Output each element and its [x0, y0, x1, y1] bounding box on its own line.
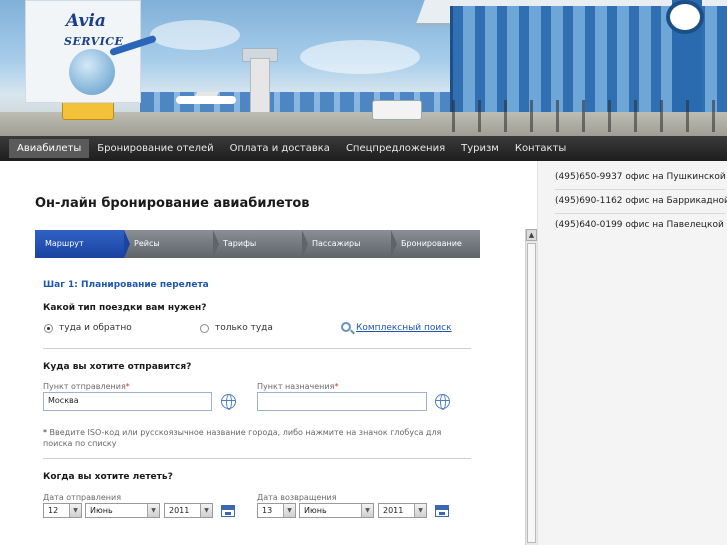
clock-icon — [666, 0, 704, 34]
depart-month-select[interactable]: Июнь ▼ — [85, 503, 160, 518]
crowd — [440, 100, 720, 132]
divider — [43, 458, 471, 459]
complex-search-link[interactable]: Комплексный поиск — [356, 323, 452, 333]
vertical-scrollbar[interactable]: ▲ — [525, 229, 537, 545]
depart-month-value: Июнь — [90, 506, 113, 515]
cloud — [150, 20, 240, 50]
calendar-icon[interactable] — [221, 505, 235, 517]
control-tower — [250, 58, 270, 118]
depart-day-value: 12 — [48, 506, 59, 515]
nav-item-offers[interactable]: Спецпредложения — [338, 139, 453, 158]
cloud — [300, 40, 420, 74]
globe-icon[interactable] — [221, 394, 236, 410]
return-year-select[interactable]: 2011 ▼ — [378, 503, 427, 518]
logo[interactable]: Avia SERVICE — [25, 0, 157, 103]
logo-text-avia: Avia — [66, 11, 106, 31]
return-date-label: Дата возвращения — [257, 493, 337, 502]
office-phone-paveletskaya: (495)640-0199 офис на Павелецкой — [555, 220, 724, 230]
depart-year-select[interactable]: 2011 ▼ — [164, 503, 213, 518]
return-month-select[interactable]: Июнь ▼ — [299, 503, 374, 518]
return-day-select[interactable]: 13 ▼ — [257, 503, 296, 518]
header-banner: Avia SERVICE — [0, 0, 727, 136]
radio-round-trip-label[interactable]: туда и обратно — [59, 323, 132, 333]
dropdown-arrow-icon: ▼ — [69, 504, 81, 517]
dropdown-arrow-icon: ▼ — [283, 504, 295, 517]
step-flights[interactable]: Рейсы — [124, 230, 219, 258]
page-title: Он-лайн бронирование авиабилетов — [35, 196, 310, 211]
when-question: Когда вы хотите лететь? — [43, 472, 173, 482]
destination-question: Куда вы хотите отправится? — [43, 362, 192, 372]
radio-one-way-label[interactable]: только туда — [215, 323, 273, 333]
nav-item-avia[interactable]: Авиабилеты — [9, 139, 90, 158]
nav-item-tourism[interactable]: Туризм — [453, 139, 507, 158]
dropdown-arrow-icon: ▼ — [361, 504, 373, 517]
step-booking[interactable]: Бронирование — [391, 230, 480, 258]
depart-day-select[interactable]: 12 ▼ — [43, 503, 82, 518]
sidebar: (495)650-9937 офис на Пушкинской (495)69… — [537, 161, 727, 545]
step-route[interactable]: Маршрут — [35, 230, 130, 258]
logo-text-service: SERVICE — [64, 35, 124, 48]
booking-steps: Маршрут Рейсы Тарифы Пассажиры Бронирова… — [35, 230, 480, 258]
step-passengers[interactable]: Пассажиры — [302, 230, 397, 258]
globe-logo-icon — [69, 49, 115, 95]
globe-icon[interactable] — [435, 394, 450, 410]
bus-icon — [62, 100, 114, 120]
from-field-label: Пункт отправления* — [43, 382, 130, 391]
magnifier-icon[interactable] — [341, 322, 351, 332]
page: Avia SERVICE Авиабилеты Бронирование оте… — [0, 0, 727, 545]
radio-one-way[interactable] — [200, 324, 209, 333]
divider — [43, 348, 471, 349]
van-icon — [372, 100, 422, 120]
airplane-icon — [176, 96, 236, 104]
to-field-label: Пункт назначения* — [257, 382, 338, 391]
trip-type-question: Какой тип поездки вам нужен? — [43, 303, 207, 313]
to-input[interactable] — [257, 392, 427, 411]
step-heading: Шаг 1: Планирование перелета — [43, 280, 209, 290]
step-fares[interactable]: Тарифы — [213, 230, 308, 258]
to-field-label-text: Пункт назначения — [257, 382, 335, 391]
depart-date-label: Дата отправления — [43, 493, 122, 502]
scroll-up-arrow-icon[interactable]: ▲ — [526, 229, 537, 241]
dropdown-arrow-icon: ▼ — [147, 504, 159, 517]
return-day-value: 13 — [262, 506, 273, 515]
hint-asterisk: * — [43, 428, 47, 437]
main-nav: Авиабилеты Бронирование отелей Оплата и … — [0, 136, 727, 161]
from-field-label-text: Пункт отправления — [43, 382, 126, 391]
radio-round-trip[interactable] — [44, 324, 53, 333]
required-mark: * — [125, 382, 130, 391]
dropdown-arrow-icon: ▼ — [414, 504, 426, 517]
return-month-value: Июнь — [304, 506, 327, 515]
city-hint: * Введите ISO-код или русскоязычное назв… — [43, 427, 463, 449]
nav-item-contacts[interactable]: Контакты — [507, 139, 574, 158]
dropdown-arrow-icon: ▼ — [200, 504, 212, 517]
city-hint-text: Введите ISO-код или русскоязычное назван… — [43, 428, 442, 448]
return-year-value: 2011 — [383, 506, 404, 515]
office-phone-barrikadnaya: (495)690-1162 офис на Баррикадной — [555, 196, 727, 214]
office-phone-pushkinskaya: (495)650-9937 офис на Пушкинской — [555, 172, 726, 190]
required-mark: * — [334, 382, 339, 391]
depart-year-value: 2011 — [169, 506, 190, 515]
nav-item-hotels[interactable]: Бронирование отелей — [89, 139, 221, 158]
scroll-thumb[interactable] — [527, 243, 536, 543]
from-input[interactable]: Москва — [43, 392, 212, 411]
nav-item-payment[interactable]: Оплата и доставка — [222, 139, 338, 158]
calendar-icon[interactable] — [435, 505, 449, 517]
